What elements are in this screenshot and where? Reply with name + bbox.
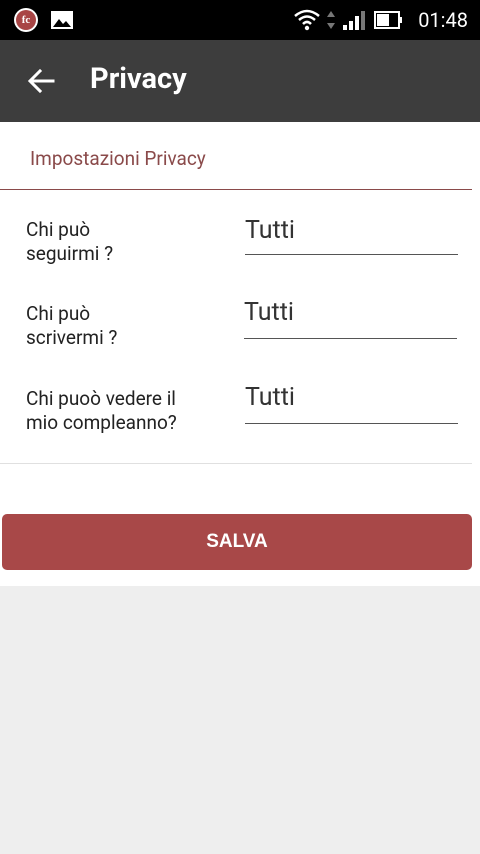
setting-label-line2: mio compleanno? <box>26 411 177 434</box>
birthday-select[interactable]: Tutti <box>245 383 295 412</box>
settings-bottom-divider <box>0 463 472 464</box>
privacy-settings-card: Impostazioni Privacy Chi può seguirmi ? … <box>0 122 480 586</box>
wifi-icon <box>294 9 320 31</box>
save-button[interactable]: SALVA <box>2 514 472 570</box>
signal-icon <box>343 11 366 30</box>
status-bar-left: fc <box>14 8 74 32</box>
setting-label-line1: Chi può <box>26 302 91 325</box>
fc-app-icon-text: fc <box>16 10 36 30</box>
fc-app-icon: fc <box>14 8 38 32</box>
follow-select-underline <box>245 254 458 255</box>
data-arrows-icon <box>327 11 336 29</box>
status-bar: fc 01:48 <box>0 0 480 40</box>
section-title: Impostazioni Privacy <box>30 147 206 170</box>
setting-label-birthday: Chi puoò vedere il mio compleanno? <box>26 387 177 435</box>
section-divider <box>0 189 472 190</box>
arrow-left-icon[interactable] <box>26 66 56 96</box>
app-bar: Privacy <box>0 40 480 122</box>
battery-icon <box>374 11 403 29</box>
image-icon <box>51 11 73 29</box>
write-select-underline <box>244 338 457 339</box>
setting-label-follow: Chi può seguirmi ? <box>26 218 113 266</box>
setting-label-line2: scrivermi ? <box>26 326 118 349</box>
setting-label-line1: Chi può <box>26 218 91 241</box>
follow-select[interactable]: Tutti <box>245 216 295 245</box>
setting-label-line2: seguirmi ? <box>26 242 114 265</box>
birthday-select-underline <box>245 423 458 424</box>
page-title: Privacy <box>90 62 187 96</box>
status-bar-time: 01:48 <box>418 8 468 32</box>
status-bar-right: 01:48 <box>294 8 468 32</box>
setting-label-write: Chi può scrivermi ? <box>26 302 117 350</box>
write-select[interactable]: Tutti <box>244 298 294 327</box>
setting-label-line1: Chi puoò vedere il <box>26 387 176 410</box>
